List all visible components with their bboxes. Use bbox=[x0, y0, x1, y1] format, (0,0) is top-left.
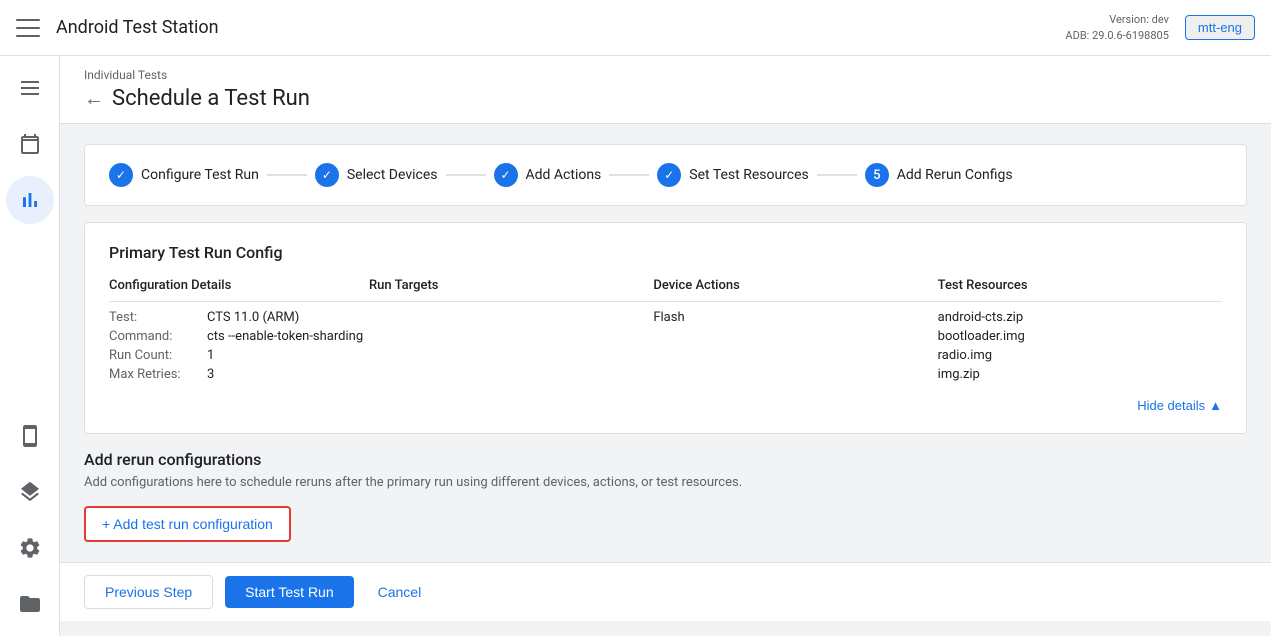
step-1-checkmark: ✓ bbox=[116, 168, 126, 182]
test-resources-col: Test Resources android-cts.zip bootloade… bbox=[938, 278, 1222, 386]
run-count-label: Run Count: bbox=[109, 348, 199, 363]
app-title: Android Test Station bbox=[56, 17, 1049, 38]
test-resource-0: android-cts.zip bbox=[938, 310, 1222, 325]
config-run-count-row: Run Count: 1 bbox=[109, 348, 369, 363]
step-select-devices: ✓ Select Devices bbox=[315, 163, 438, 187]
connector-1 bbox=[267, 174, 307, 176]
step-5-circle: 5 bbox=[865, 163, 889, 187]
main-layout: Individual Tests ← Schedule a Test Run ✓… bbox=[0, 56, 1271, 636]
rerun-section-desc: Add configurations here to schedule reru… bbox=[84, 475, 1247, 490]
max-retries-label: Max Retries: bbox=[109, 367, 199, 382]
test-resource-1: bootloader.img bbox=[938, 329, 1222, 344]
config-command-row: Command: cts --enable-token-sharding bbox=[109, 329, 369, 344]
primary-config-card: Primary Test Run Config Configuration De… bbox=[84, 222, 1247, 434]
footer: Previous Step Start Test Run Cancel bbox=[60, 562, 1271, 621]
max-retries-value: 3 bbox=[207, 367, 214, 382]
connector-4 bbox=[817, 174, 857, 176]
step-add-actions: ✓ Add Actions bbox=[494, 163, 602, 187]
sidebar-item-phone[interactable] bbox=[6, 412, 54, 460]
test-resource-2: radio.img bbox=[938, 348, 1222, 363]
connector-3 bbox=[609, 174, 649, 176]
page-title: Schedule a Test Run bbox=[112, 86, 310, 111]
sidebar-item-chart[interactable] bbox=[6, 176, 54, 224]
step-3-circle: ✓ bbox=[494, 163, 518, 187]
test-resources-header: Test Resources bbox=[938, 278, 1222, 302]
sidebar-item-list[interactable] bbox=[6, 64, 54, 112]
rerun-section-title: Add rerun configurations bbox=[84, 450, 1247, 469]
add-config-button[interactable]: + Add test run configuration bbox=[84, 506, 291, 542]
step-1-label: Configure Test Run bbox=[141, 167, 259, 183]
card-title: Primary Test Run Config bbox=[109, 243, 1222, 262]
step-1-circle: ✓ bbox=[109, 163, 133, 187]
sidebar bbox=[0, 56, 60, 636]
step-2-checkmark: ✓ bbox=[322, 168, 332, 182]
test-value: CTS 11.0 (ARM) bbox=[207, 310, 299, 325]
page-header: Individual Tests ← Schedule a Test Run bbox=[60, 56, 1271, 124]
previous-step-button[interactable]: Previous Step bbox=[84, 575, 213, 609]
menu-icon[interactable] bbox=[16, 16, 40, 40]
hide-details-row: Hide details ▲ bbox=[109, 398, 1222, 413]
hide-details-button[interactable]: Hide details ▲ bbox=[1137, 398, 1222, 413]
step-4-checkmark: ✓ bbox=[664, 168, 674, 182]
step-4-circle: ✓ bbox=[657, 163, 681, 187]
config-max-retries-row: Max Retries: 3 bbox=[109, 367, 369, 382]
rerun-section: Add rerun configurations Add configurati… bbox=[84, 450, 1247, 542]
step-2-circle: ✓ bbox=[315, 163, 339, 187]
cancel-button[interactable]: Cancel bbox=[366, 576, 434, 608]
sidebar-item-folder[interactable] bbox=[6, 580, 54, 628]
config-grid: Configuration Details Test: CTS 11.0 (AR… bbox=[109, 278, 1222, 386]
sidebar-item-settings[interactable] bbox=[6, 524, 54, 572]
back-button[interactable]: ← bbox=[84, 89, 104, 109]
env-badge[interactable]: mtt-eng bbox=[1185, 15, 1255, 40]
step-add-rerun-configs: 5 Add Rerun Configs bbox=[865, 163, 1013, 187]
command-value: cts --enable-token-sharding bbox=[207, 329, 363, 344]
step-5-number: 5 bbox=[873, 168, 880, 183]
step-set-test-resources: ✓ Set Test Resources bbox=[657, 163, 808, 187]
content-area: ✓ Configure Test Run ✓ Select Devices ✓ bbox=[60, 124, 1271, 562]
breadcrumb: Individual Tests bbox=[84, 68, 1247, 82]
start-test-run-button[interactable]: Start Test Run bbox=[225, 576, 353, 608]
device-actions-header: Device Actions bbox=[653, 278, 937, 302]
step-4-label: Set Test Resources bbox=[689, 167, 808, 183]
main-content: Individual Tests ← Schedule a Test Run ✓… bbox=[60, 56, 1271, 636]
version-info: Version: dev ADB: 29.0.6-6198805 bbox=[1065, 12, 1169, 43]
run-targets-col: Run Targets bbox=[369, 278, 653, 386]
run-count-value: 1 bbox=[207, 348, 214, 363]
config-details-col: Configuration Details Test: CTS 11.0 (AR… bbox=[109, 278, 369, 386]
connector-2 bbox=[446, 174, 486, 176]
step-2-label: Select Devices bbox=[347, 167, 438, 183]
step-5-label: Add Rerun Configs bbox=[897, 167, 1013, 183]
test-resource-3: img.zip bbox=[938, 367, 1222, 382]
sidebar-item-layers[interactable] bbox=[6, 468, 54, 516]
stepper: ✓ Configure Test Run ✓ Select Devices ✓ bbox=[84, 144, 1247, 206]
run-targets-header: Run Targets bbox=[369, 278, 653, 302]
config-test-row: Test: CTS 11.0 (ARM) bbox=[109, 310, 369, 325]
command-label: Command: bbox=[109, 329, 199, 344]
device-actions-col: Device Actions Flash bbox=[653, 278, 937, 386]
step-3-label: Add Actions bbox=[526, 167, 602, 183]
app-header: Android Test Station Version: dev ADB: 2… bbox=[0, 0, 1271, 56]
sidebar-item-calendar[interactable] bbox=[6, 120, 54, 168]
step-3-checkmark: ✓ bbox=[500, 168, 510, 182]
step-configure: ✓ Configure Test Run bbox=[109, 163, 259, 187]
config-details-header: Configuration Details bbox=[109, 278, 369, 302]
device-action-flash: Flash bbox=[653, 310, 937, 325]
test-label: Test: bbox=[109, 310, 199, 325]
